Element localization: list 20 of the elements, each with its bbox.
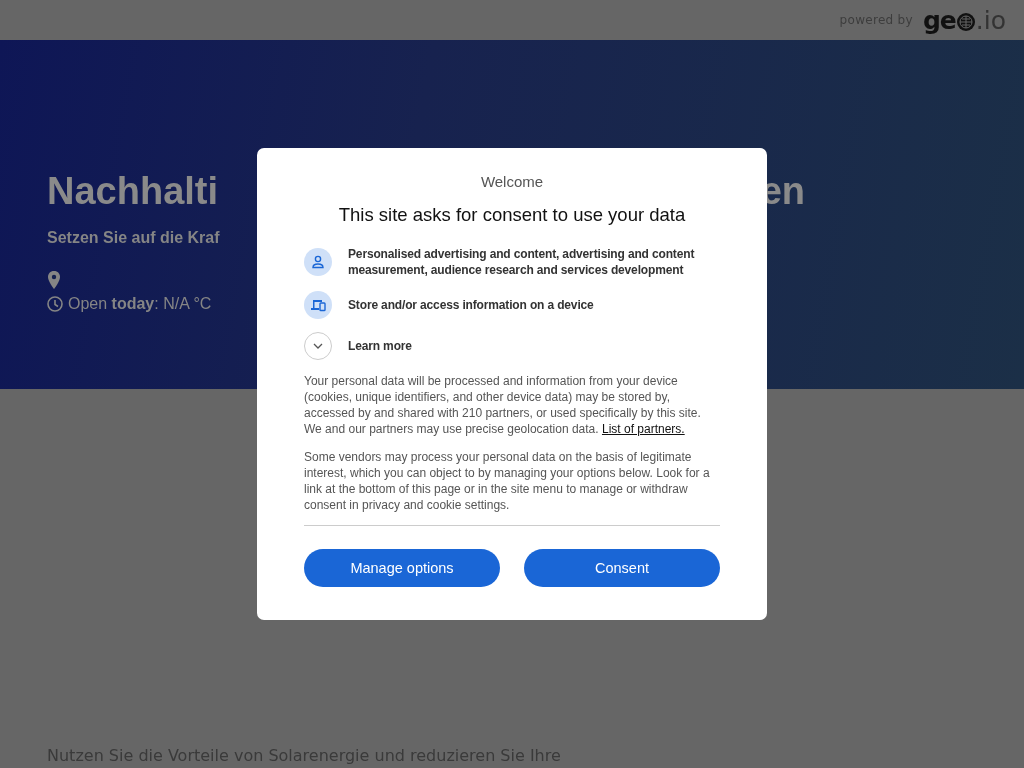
hero-title: Nachhalti bbox=[47, 170, 219, 213]
opening-hours-text: Open today: N/A °C bbox=[68, 295, 212, 313]
learn-more-link[interactable]: Learn more bbox=[348, 338, 412, 354]
manage-options-button[interactable]: Manage options bbox=[304, 549, 500, 587]
expand-button[interactable] bbox=[304, 332, 332, 360]
purpose-text: Store and/or access information on a device bbox=[348, 297, 594, 313]
partners-link[interactable]: List of partners. bbox=[601, 422, 685, 436]
devices-icon bbox=[304, 291, 332, 319]
purpose-text: Personalised advertising and content, advertising and content measurement, audience research and services development bbox=[348, 246, 696, 278]
consent-paragraph: Your personal data will be processed and information from your device (cookies, unique identifiers, and other device data) may be stored by, accessed by and shared with 210 partners, or used specifically by this site. We and our partners may use precise geolocation data. List of partners. bbox=[304, 373, 702, 437]
clock-icon bbox=[47, 296, 63, 312]
location-pin-icon bbox=[47, 271, 61, 289]
person-icon bbox=[304, 248, 332, 276]
dialog-title: This site asks for consent to use your data bbox=[337, 204, 687, 226]
consent-button[interactable]: Consent bbox=[524, 549, 720, 587]
dialog-heading: Welcome bbox=[479, 173, 545, 190]
logo-text: ge bbox=[922, 7, 956, 33]
consent-paragraph: Some vendors may process your personal data on the basis of legitimate interest, which you can object to by managing your options below. Look for a link at the bottom of this page or in the site menu to manage or withdraw consent in privacy and cookie settings. bbox=[304, 449, 711, 513]
globe-icon bbox=[955, 12, 976, 32]
hero-subtitle: Setzen Sie auf die Kraf bbox=[47, 229, 221, 247]
